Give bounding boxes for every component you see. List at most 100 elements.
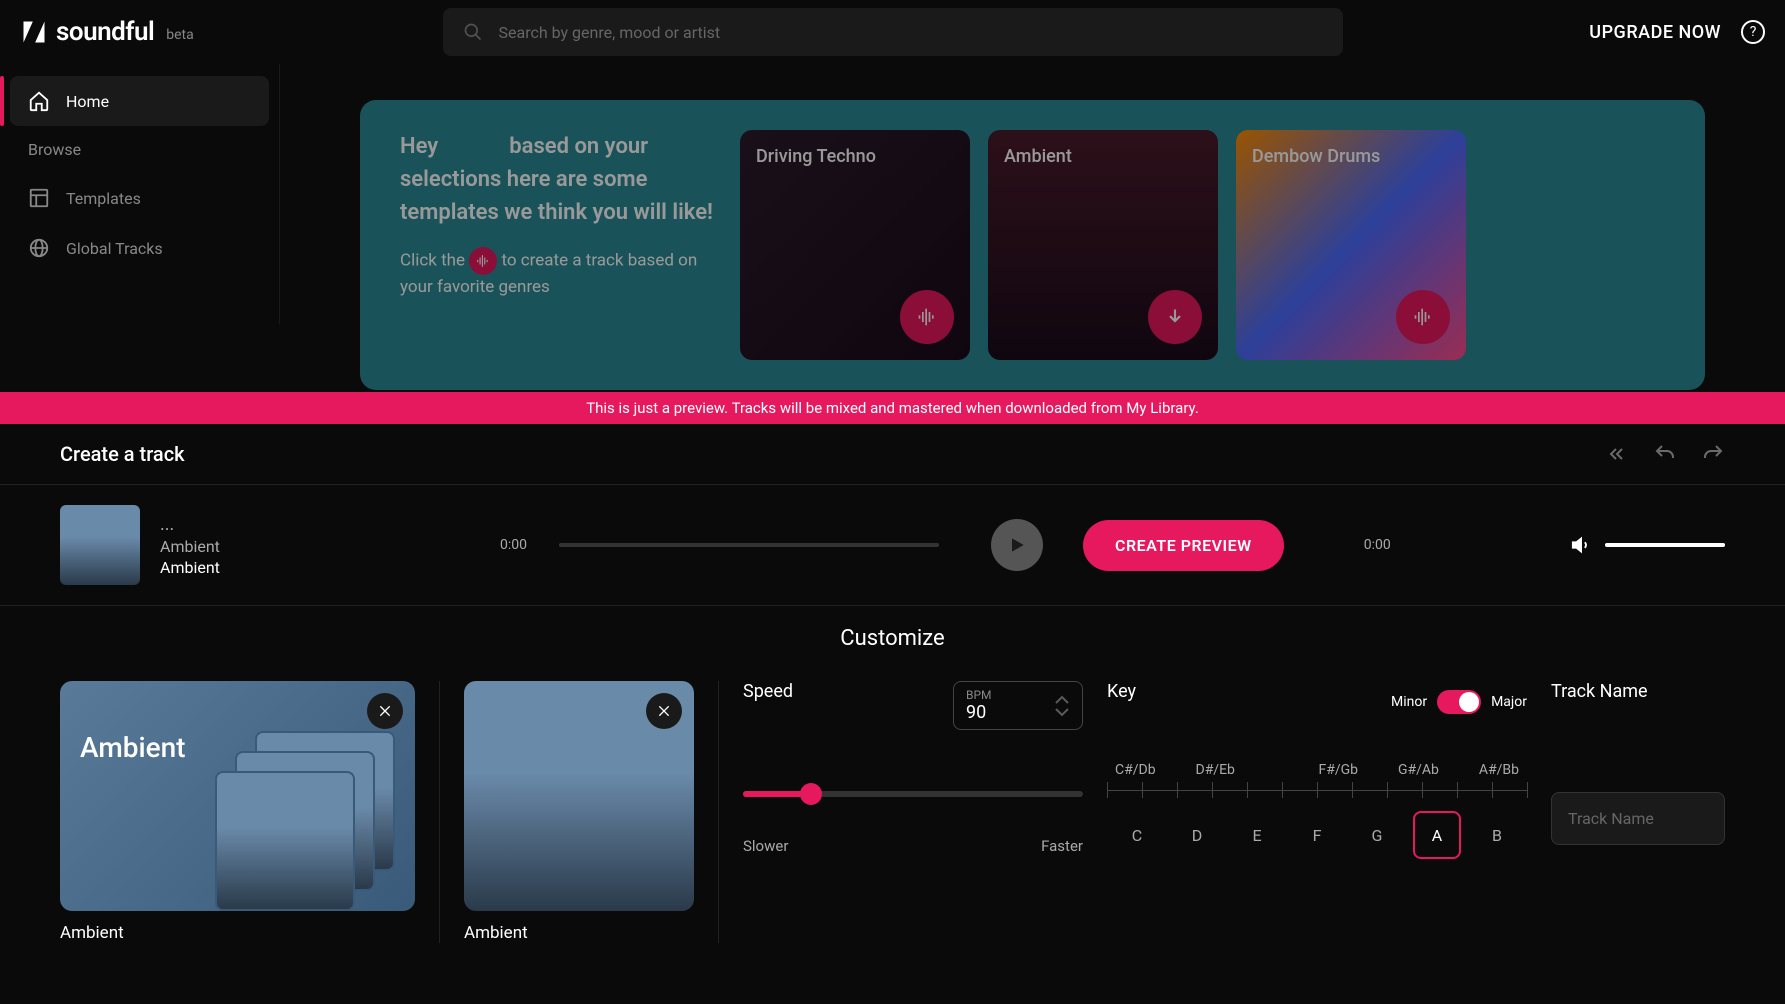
hero-heading: Hey based on your selections here are so… [400, 130, 720, 229]
globe-icon [28, 237, 50, 259]
toggle-switch[interactable] [1437, 690, 1481, 714]
speed-slider[interactable] [743, 791, 1083, 797]
sidebar-label: Global Tracks [66, 239, 163, 258]
genre-card-col: Ambient Ambient [60, 681, 415, 943]
beta-tag: beta [166, 27, 193, 43]
main-content: Hey based on your selections here are so… [280, 80, 1785, 410]
divider [718, 681, 719, 943]
upgrade-link[interactable]: UPGRADE NOW [1589, 22, 1721, 43]
bpm-label: BPM [966, 688, 992, 702]
key-mode-toggle: Minor Major [1391, 690, 1527, 714]
track-name: Ambient [160, 558, 280, 577]
template-caption: Ambient [464, 923, 694, 943]
create-header: Create a track [0, 424, 1785, 485]
hero-text: Hey based on your selections here are so… [400, 130, 720, 360]
create-actions [1605, 442, 1725, 466]
key-note[interactable]: E [1233, 811, 1281, 859]
play-button[interactable] [991, 519, 1043, 571]
slower-label: Slower [743, 837, 788, 855]
sidebar-label: Browse [28, 140, 81, 159]
track-menu-icon[interactable]: ... [160, 514, 280, 535]
undo-icon[interactable] [1653, 442, 1677, 466]
template-card[interactable]: Ambient [988, 130, 1218, 360]
volume-slider[interactable] [1605, 543, 1725, 547]
customize-row: Ambient Ambient Ambient Speed BPM [0, 661, 1785, 963]
chevron-up-icon[interactable] [1054, 695, 1070, 705]
search-input[interactable] [499, 23, 1323, 42]
home-icon [28, 90, 50, 112]
key-label: Key [1107, 681, 1136, 702]
speed-section: Speed BPM 90 Slower Faster [743, 681, 1083, 943]
key-section: Key Minor Major C#/DbD#/Eb.F#/GbG#/AbA#/… [1107, 681, 1527, 943]
create-track-panel: Create a track ... Ambient Ambient 0:00 … [0, 424, 1785, 1004]
sidebar-item-home[interactable]: Home [10, 76, 269, 126]
close-icon[interactable] [367, 693, 403, 729]
minor-label: Minor [1391, 694, 1427, 710]
sharp-label[interactable]: G#/Ab [1398, 762, 1439, 778]
search-box[interactable] [443, 8, 1343, 56]
template-label: Ambient [1004, 146, 1072, 167]
help-icon[interactable]: ? [1741, 20, 1765, 44]
hero-card: Hey based on your selections here are so… [360, 100, 1705, 390]
sidebar-label: Home [66, 92, 109, 111]
generate-button[interactable] [900, 290, 954, 344]
logo-text: soundful [56, 17, 154, 47]
faster-label: Faster [1041, 837, 1083, 855]
bpm-input[interactable]: BPM 90 [953, 681, 1083, 730]
template-card[interactable] [464, 681, 694, 911]
volume-icon[interactable] [1571, 534, 1593, 556]
create-title: Create a track [60, 442, 185, 466]
key-note[interactable]: G [1353, 811, 1401, 859]
sharp-label[interactable]: F#/Gb [1318, 762, 1358, 778]
sidebar-item-templates[interactable]: Templates [10, 173, 269, 223]
bpm-value: 90 [966, 702, 992, 723]
logo-icon [20, 18, 48, 46]
key-note[interactable]: B [1473, 811, 1521, 859]
genre-card[interactable]: Ambient [60, 681, 415, 911]
stacked-thumbs [215, 731, 395, 891]
template-label: Driving Techno [756, 146, 876, 167]
template-card[interactable]: Dembow Drums [1236, 130, 1466, 360]
logo[interactable]: soundful beta [20, 17, 194, 47]
download-button[interactable] [1148, 290, 1202, 344]
create-preview-button[interactable]: CREATE PREVIEW [1083, 520, 1284, 571]
reply-all-icon[interactable] [1605, 442, 1629, 466]
track-genre: Ambient [160, 537, 280, 556]
key-note[interactable]: D [1173, 811, 1221, 859]
key-scale: C#/DbD#/Eb.F#/GbG#/AbA#/Bb CDEFGAB [1107, 762, 1527, 859]
key-note[interactable]: A [1413, 811, 1461, 859]
key-note[interactable]: C [1113, 811, 1161, 859]
template-card[interactable]: Driving Techno [740, 130, 970, 360]
sidebar-item-browse[interactable]: Browse [10, 126, 269, 173]
slider-knob[interactable] [800, 783, 822, 805]
time-current: 0:00 [500, 537, 527, 553]
divider [439, 681, 440, 943]
trackname-input[interactable] [1551, 792, 1725, 845]
hero-sub: Click the to create a track based on you… [400, 247, 720, 301]
key-note[interactable]: F [1293, 811, 1341, 859]
close-icon[interactable] [646, 693, 682, 729]
generate-button[interactable] [1396, 290, 1450, 344]
search-icon [463, 22, 483, 42]
app-header: soundful beta UPGRADE NOW ? [0, 0, 1785, 64]
sharp-label[interactable]: C#/Db [1115, 762, 1156, 778]
volume-control [1571, 534, 1725, 556]
play-icon [1007, 535, 1027, 555]
sidebar-label: Templates [66, 189, 141, 208]
progress-bar[interactable] [559, 543, 939, 547]
sidebar: Home Browse Templates Global Tracks [0, 64, 280, 324]
template-card-col: Ambient [464, 681, 694, 943]
customize-title: Customize [0, 606, 1785, 661]
sharp-label[interactable]: A#/Bb [1479, 762, 1519, 778]
genre-caption: Ambient [60, 923, 415, 943]
sharp-label[interactable]: D#/Eb [1196, 762, 1235, 778]
template-cards: Driving Techno Ambient Dembow Drums [740, 130, 1466, 360]
waveform-icon [469, 247, 497, 275]
track-info: ... Ambient Ambient [160, 514, 280, 577]
chevron-down-icon[interactable] [1054, 707, 1070, 717]
track-thumbnail [60, 505, 140, 585]
player-row: ... Ambient Ambient 0:00 CREATE PREVIEW … [0, 485, 1785, 606]
sidebar-item-global-tracks[interactable]: Global Tracks [10, 223, 269, 273]
redo-icon[interactable] [1701, 442, 1725, 466]
speed-label: Speed [743, 681, 793, 702]
